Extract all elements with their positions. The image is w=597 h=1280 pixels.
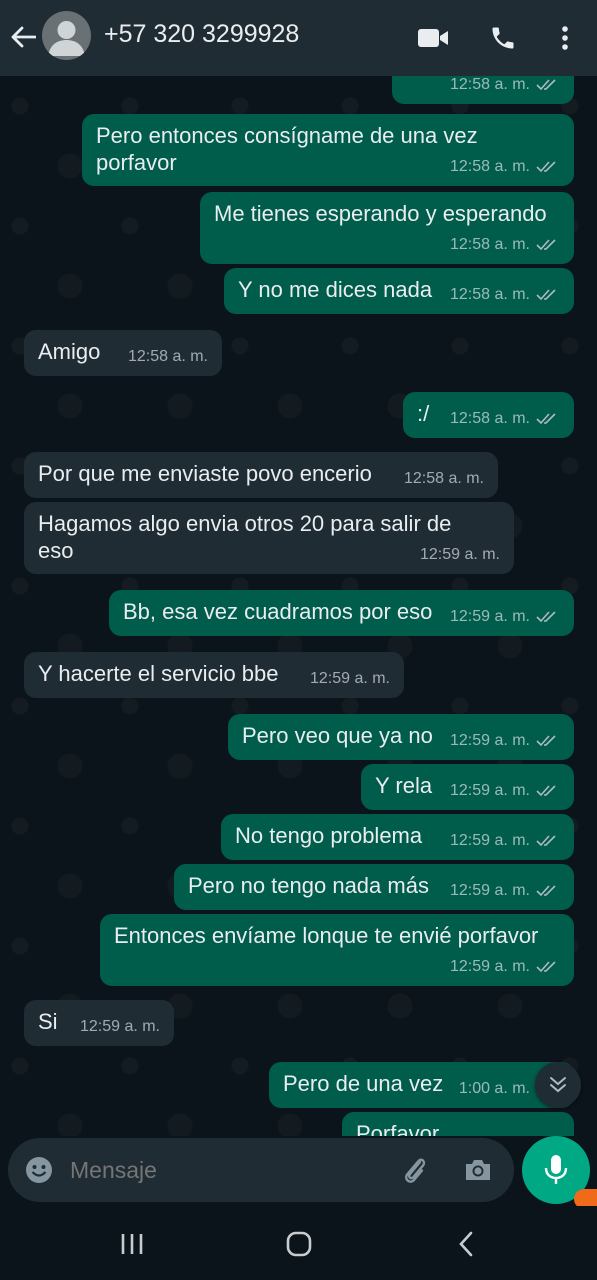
message-time: 1:00 a. m. [458, 1080, 530, 1097]
message-meta: 1:00 a. m. [459, 1075, 530, 1102]
double-check-icon [536, 734, 556, 746]
system-nav-bar [0, 1206, 597, 1280]
message-time: 12:58 a. m. [449, 286, 530, 303]
message-time: 12:58 a. m. [449, 410, 530, 427]
message-meta: 12:59 a. m. [450, 727, 560, 754]
message-meta: 12:58 a. m. [450, 281, 560, 308]
message-bubble-outgoing[interactable]: Pero de una vez 1:00 a. m. [269, 1062, 574, 1108]
double-check-icon [536, 884, 556, 896]
message-time: 12:58 a. m. [127, 348, 208, 365]
recent-apps-icon[interactable] [112, 1226, 152, 1262]
emoji-icon[interactable] [24, 1155, 54, 1185]
message-bubble-outgoing[interactable]: Pero no tengo nada más 12:59 a. m. [174, 864, 574, 910]
avatar[interactable] [42, 11, 91, 60]
message-bubble-incoming[interactable]: Si 12:59 a. m. [24, 1000, 174, 1046]
video-call-icon[interactable] [417, 22, 449, 54]
message-text: Bb [406, 76, 433, 81]
message-meta: 12:59 a. m. [80, 1013, 160, 1040]
message-time: 12:59 a. m. [449, 882, 530, 899]
chevron-double-down-icon [550, 1077, 566, 1093]
message-text: Porfavor [356, 1121, 440, 1136]
message-bubble-incoming[interactable]: Amigo 12:58 a. m. [24, 330, 222, 376]
message-meta: 12:58 a. m. [404, 465, 484, 492]
message-meta: 12:59 a. m. [450, 953, 560, 980]
double-check-icon [536, 960, 556, 972]
message-bubble-outgoing[interactable]: Entonces envíame lonque te envié porfavo… [100, 914, 574, 986]
message-bubble-outgoing[interactable]: Bb, esa vez cuadramos por eso 12:59 a. m… [109, 590, 574, 636]
back-nav-icon[interactable] [446, 1226, 486, 1262]
message-meta: 12:59 a. m. [450, 877, 560, 904]
message-meta: 12:58 a. m. [450, 405, 560, 432]
contact-name[interactable]: +57 320 3299928 [104, 20, 299, 49]
message-bubble-outgoing[interactable]: :/ 12:58 a. m. [403, 392, 574, 438]
message-list[interactable]: Bb 12:58 a. m. Pero entonces consígname … [0, 76, 597, 1136]
message-bubble-incoming[interactable]: Y hacerte el servicio bbe 12:59 a. m. [24, 652, 404, 698]
message-meta: 12:59 a. m. [450, 827, 560, 854]
message-meta: 12:58 a. m. [450, 153, 560, 180]
message-bubble-outgoing[interactable]: Pero entonces consígname de una vez porf… [82, 114, 574, 186]
message-time: 12:59 a. m. [449, 958, 530, 975]
message-time: 12:59 a. m. [79, 1018, 160, 1035]
scroll-to-bottom-button[interactable] [535, 1062, 581, 1108]
message-input[interactable] [70, 1157, 370, 1184]
double-check-icon [536, 160, 556, 172]
message-bubble-outgoing[interactable]: Me tienes esperando y esperando 12:58 a.… [200, 192, 574, 264]
home-icon[interactable] [279, 1226, 319, 1262]
message-text: Entonces envíame lonque te envié porfavo… [114, 923, 539, 948]
message-bubble-incoming[interactable]: Hagamos algo envia otros 20 para salir d… [24, 502, 514, 574]
message-bubble-outgoing[interactable]: Y no me dices nada 12:58 a. m. [224, 268, 574, 314]
double-check-icon [536, 288, 556, 300]
double-check-icon [536, 412, 556, 424]
message-meta: 12:59 a. m. [450, 777, 560, 804]
message-meta: 12:58 a. m. [450, 76, 560, 98]
message-meta: 12:58 a. m. [450, 231, 560, 258]
message-time: 12:59 a. m. [449, 732, 530, 749]
message-meta: 12:59 a. m. [450, 603, 560, 630]
message-time: 12:58 a. m. [449, 158, 530, 175]
phone-icon[interactable] [487, 22, 519, 54]
message-time: 12:59 a. m. [449, 782, 530, 799]
message-bubble-incoming[interactable]: Por que me enviaste povo encerio 12:58 a… [24, 452, 498, 498]
double-check-icon [536, 238, 556, 250]
message-bubble-outgoing[interactable]: Porfavor [342, 1112, 574, 1136]
message-time: 12:58 a. m. [449, 76, 530, 93]
message-bubble-outgoing[interactable]: No tengo problema 12:59 a. m. [221, 814, 574, 860]
camera-icon[interactable] [462, 1154, 494, 1186]
message-time: 12:59 a. m. [419, 546, 500, 563]
message-meta: 12:58 a. m. [128, 343, 208, 370]
mic-icon [544, 1155, 568, 1184]
message-time: 12:58 a. m. [403, 470, 484, 487]
attach-icon[interactable] [398, 1153, 432, 1187]
more-vert-icon[interactable] [549, 22, 581, 54]
message-input-bar[interactable] [8, 1138, 514, 1202]
message-meta: 12:59 a. m. [420, 541, 500, 568]
double-check-icon [536, 78, 556, 90]
double-check-icon [536, 834, 556, 846]
double-check-icon [536, 784, 556, 796]
back-arrow-icon[interactable] [8, 22, 38, 52]
message-meta: 12:59 a. m. [310, 665, 390, 692]
chat-header: +57 320 3299928 [0, 0, 597, 76]
message-time: 12:58 a. m. [449, 236, 530, 253]
message-time: 12:59 a. m. [449, 832, 530, 849]
message-bubble-outgoing[interactable]: Bb 12:58 a. m. [392, 76, 574, 104]
message-time: 12:59 a. m. [309, 670, 390, 687]
message-bubble-outgoing[interactable]: Pero veo que ya no 12:59 a. m. [228, 714, 574, 760]
message-bubble-outgoing[interactable]: Y rela 12:59 a. m. [361, 764, 574, 810]
double-check-icon [536, 610, 556, 622]
message-time: 12:59 a. m. [449, 608, 530, 625]
message-text: Me tienes esperando y esperando [214, 201, 547, 226]
